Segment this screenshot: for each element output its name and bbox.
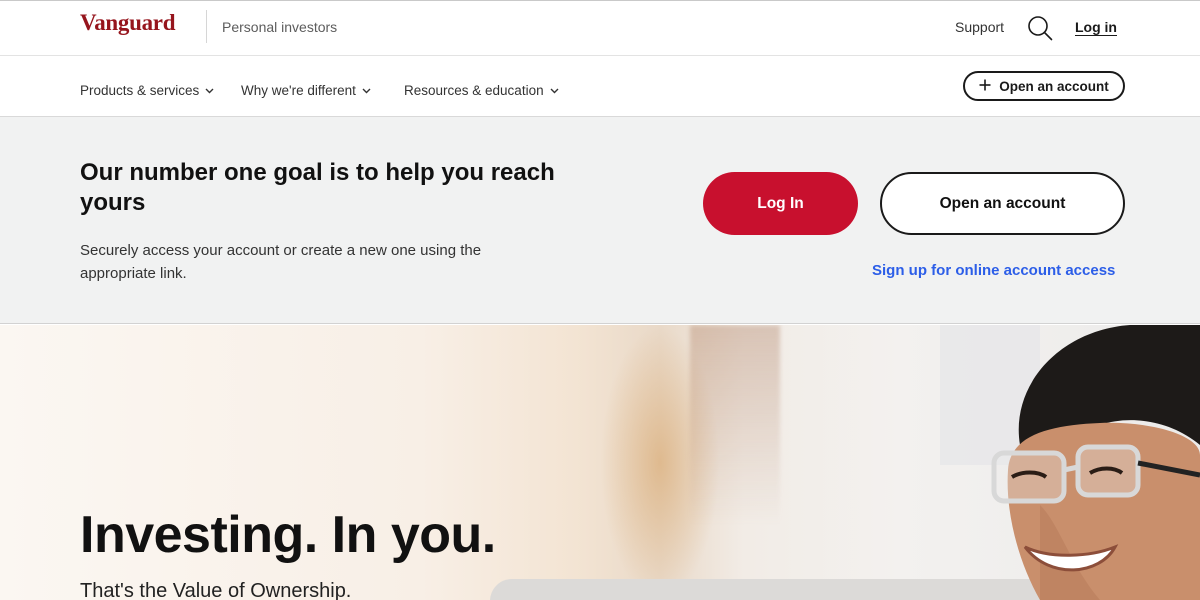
chevron-down-icon bbox=[205, 82, 214, 97]
hero-subtitle: That's the Value of Ownership. bbox=[80, 580, 352, 600]
hero-person-image bbox=[980, 325, 1200, 600]
search-icon[interactable] bbox=[1027, 15, 1053, 41]
hero-background-blur bbox=[690, 325, 780, 525]
section-label: Personal investors bbox=[222, 19, 338, 35]
open-account-button[interactable]: Open an account bbox=[880, 172, 1125, 235]
nav-products-services[interactable]: Products & services bbox=[80, 82, 214, 98]
hero-title: Investing. In you. bbox=[80, 506, 496, 564]
nav-item-label: Products & services bbox=[80, 83, 200, 98]
hero-banner: Investing. In you. That's the Value of O… bbox=[0, 325, 1200, 600]
signup-online-access-link[interactable]: Sign up for online account access bbox=[872, 262, 1115, 279]
nav-resources-education[interactable]: Resources & education bbox=[404, 82, 559, 98]
hero-couch-shape bbox=[490, 579, 1050, 600]
nav-why-different[interactable]: Why we're different bbox=[241, 82, 371, 98]
plus-icon bbox=[979, 79, 991, 94]
chevron-down-icon bbox=[550, 82, 559, 97]
login-button[interactable]: Log In bbox=[703, 172, 858, 235]
nav-item-label: Why we're different bbox=[241, 83, 356, 98]
login-band: Our number one goal is to help you reach… bbox=[0, 117, 1200, 324]
support-link[interactable]: Support bbox=[955, 19, 1004, 35]
top-header: Vanguard Personal investors Support Log … bbox=[0, 0, 1200, 56]
login-band-title: Our number one goal is to help you reach… bbox=[80, 159, 555, 216]
logo-divider bbox=[206, 10, 207, 43]
nav-item-label: Resources & education bbox=[404, 83, 544, 98]
login-band-description: Securely access your account or create a… bbox=[80, 242, 482, 282]
open-account-pill-label: Open an account bbox=[999, 78, 1109, 94]
vanguard-logo[interactable]: Vanguard bbox=[80, 10, 175, 36]
header-login-link[interactable]: Log in bbox=[1075, 19, 1117, 35]
open-account-pill-button[interactable]: Open an account bbox=[963, 71, 1125, 101]
main-nav: Products & services Why we're different … bbox=[0, 56, 1200, 117]
chevron-down-icon bbox=[362, 82, 371, 97]
